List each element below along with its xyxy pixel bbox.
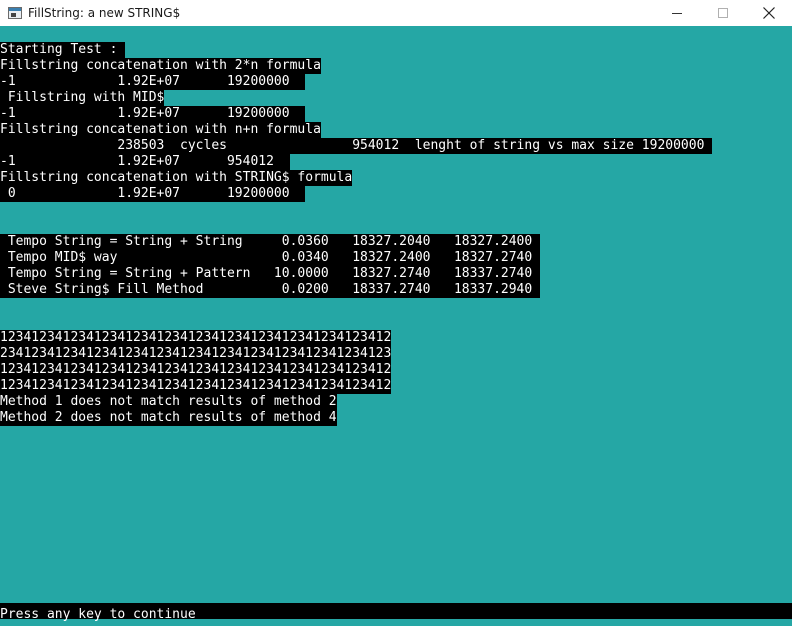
console-line-text: 1234123412341234123412341234123412341234… bbox=[0, 330, 392, 346]
console-line: 238503 cycles 954012 lenght of string vs… bbox=[0, 138, 713, 154]
status-prompt: Press any key to continue bbox=[0, 607, 196, 622]
console-line: Fillstring concatenation with 2*n formul… bbox=[0, 58, 321, 74]
console-line: 1234123412341234123412341234123412341234… bbox=[0, 330, 392, 346]
console-line-text: Tempo MID$ way 0.0340 18327.2400 18327.2… bbox=[0, 250, 541, 266]
console-line: 1234123412341234123412341234123412341234… bbox=[0, 362, 392, 378]
console-line-text: Method 1 does not match results of metho… bbox=[0, 394, 337, 410]
console-output[interactable]: Starting Test : Fillstring concatenation… bbox=[0, 26, 792, 626]
maximize-button[interactable] bbox=[700, 0, 746, 26]
console-line: 0 1.92E+07 19200000 bbox=[0, 186, 306, 202]
console-line-text: 1234123412341234123412341234123412341234… bbox=[0, 378, 392, 394]
console-line-text: Fillstring with MID$ bbox=[0, 90, 165, 106]
console-line-text: Method 2 does not match results of metho… bbox=[0, 410, 337, 426]
maximize-icon bbox=[718, 8, 728, 18]
console-line-text: Steve String$ Fill Method 0.0200 18337.2… bbox=[0, 282, 541, 298]
console-line-text: 2341234123412341234123412341234123412341… bbox=[0, 346, 392, 362]
console-line-text: Fillstring concatenation with STRING$ fo… bbox=[0, 170, 353, 186]
console-line-text: Fillstring concatenation with n+n formul… bbox=[0, 122, 321, 138]
minimize-icon bbox=[672, 13, 682, 14]
console-line: Method 2 does not match results of metho… bbox=[0, 410, 337, 426]
console-line: -1 1.92E+07 19200000 bbox=[0, 74, 306, 90]
minimize-button[interactable] bbox=[654, 0, 700, 26]
console-line: 1234123412341234123412341234123412341234… bbox=[0, 378, 392, 394]
console-line: Tempo String = String + Pattern 10.0000 … bbox=[0, 266, 541, 282]
console-line: -1 1.92E+07 954012 bbox=[0, 154, 290, 170]
console-line-text: -1 1.92E+07 19200000 bbox=[0, 74, 306, 90]
console-line-text: 238503 cycles 954012 lenght of string vs… bbox=[0, 138, 713, 154]
console-line: Fillstring with MID$ bbox=[0, 90, 165, 106]
console-line-text: 1234123412341234123412341234123412341234… bbox=[0, 362, 392, 378]
console-line-text: -1 1.92E+07 954012 bbox=[0, 154, 290, 170]
console-line: Method 1 does not match results of metho… bbox=[0, 394, 337, 410]
console-line: 2341234123412341234123412341234123412341… bbox=[0, 346, 392, 362]
console-line-text: Tempo String = String + String 0.0360 18… bbox=[0, 234, 541, 250]
console-line: -1 1.92E+07 19200000 bbox=[0, 106, 306, 122]
console-line: Tempo MID$ way 0.0340 18327.2400 18327.2… bbox=[0, 250, 541, 266]
console-line-text: Fillstring concatenation with 2*n formul… bbox=[0, 58, 321, 74]
console-app-icon bbox=[8, 7, 22, 19]
close-button[interactable] bbox=[746, 0, 792, 26]
console-line: Starting Test : bbox=[0, 42, 126, 58]
console-line: Tempo String = String + String 0.0360 18… bbox=[0, 234, 541, 250]
status-bar: Press any key to continue bbox=[0, 603, 792, 622]
window-titlebar[interactable]: FillString: a new STRING$ bbox=[0, 0, 792, 26]
console-line-text: Starting Test : bbox=[0, 42, 126, 58]
console-line-text: 0 1.92E+07 19200000 bbox=[0, 186, 306, 202]
window-title: FillString: a new STRING$ bbox=[28, 6, 181, 20]
console-line-text: -1 1.92E+07 19200000 bbox=[0, 106, 306, 122]
console-line: Fillstring concatenation with n+n formul… bbox=[0, 122, 321, 138]
console-line: Steve String$ Fill Method 0.0200 18337.2… bbox=[0, 282, 541, 298]
window-controls bbox=[654, 0, 792, 26]
console-line-text: Tempo String = String + Pattern 10.0000 … bbox=[0, 266, 541, 282]
console-line: Fillstring concatenation with STRING$ fo… bbox=[0, 170, 353, 186]
close-icon bbox=[763, 7, 775, 19]
